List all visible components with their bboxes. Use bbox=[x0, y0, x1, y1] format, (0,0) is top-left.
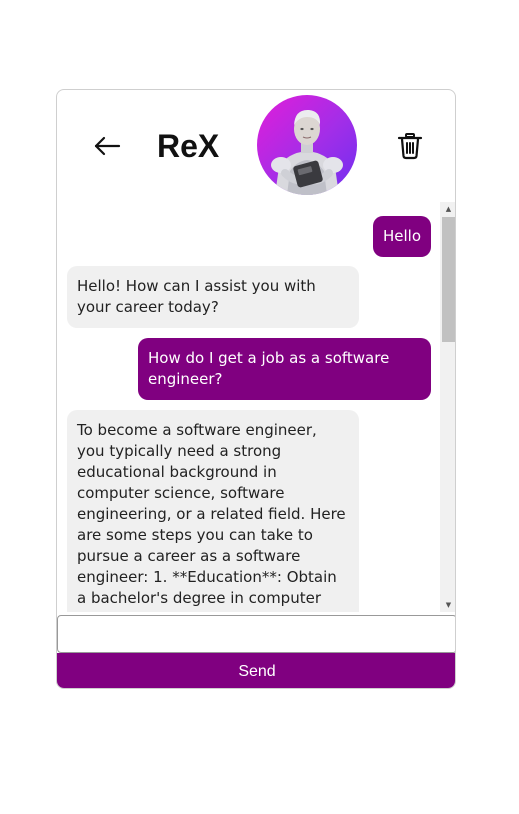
trash-icon bbox=[397, 133, 423, 160]
scroll-down-arrow-icon[interactable]: ▼ bbox=[440, 598, 455, 612]
chat-header: ReX bbox=[57, 90, 455, 202]
send-button[interactable]: Send bbox=[57, 653, 455, 688]
scroll-up-arrow-icon[interactable]: ▲ bbox=[440, 202, 455, 216]
back-button[interactable] bbox=[91, 130, 123, 162]
scrollbar-thumb[interactable] bbox=[442, 217, 455, 342]
avatar bbox=[257, 95, 357, 195]
chat-window: ReX Hello Hello! How can I assist you wi… bbox=[56, 89, 456, 689]
user-message: How do I get a job as a software enginee… bbox=[138, 338, 431, 400]
message-input[interactable] bbox=[57, 615, 455, 653]
page-title: ReX bbox=[157, 128, 220, 164]
delete-chat-button[interactable] bbox=[397, 132, 423, 160]
bot-message: Hello! How can I assist you with your ca… bbox=[67, 266, 359, 328]
bot-message: To become a software engineer, you typic… bbox=[67, 410, 359, 612]
robot-avatar-image bbox=[271, 109, 343, 195]
message-scrollbar[interactable]: ▲ ▼ bbox=[440, 202, 455, 612]
arrow-left-icon bbox=[94, 136, 121, 156]
user-message: Hello bbox=[373, 216, 431, 257]
message-list[interactable]: Hello Hello! How can I assist you with y… bbox=[57, 202, 440, 612]
